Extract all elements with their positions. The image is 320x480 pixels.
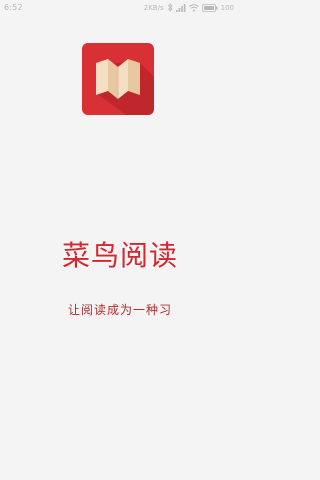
wifi-icon	[188, 3, 199, 12]
signal-icon	[175, 3, 186, 12]
network-speed: 2KB/s	[143, 3, 164, 12]
status-bar: 6:52 2KB/s 100	[0, 0, 240, 18]
status-time: 6:52	[4, 3, 23, 12]
bluetooth-icon	[167, 3, 173, 12]
battery-level: 100	[220, 3, 234, 12]
app-slogan: 让阅读成为一种习	[67, 303, 172, 317]
book-logo-icon	[82, 43, 154, 115]
status-indicators: 2KB/s 100	[144, 3, 234, 12]
battery-icon	[201, 3, 218, 12]
app-title: 菜鸟阅读	[61, 239, 178, 272]
